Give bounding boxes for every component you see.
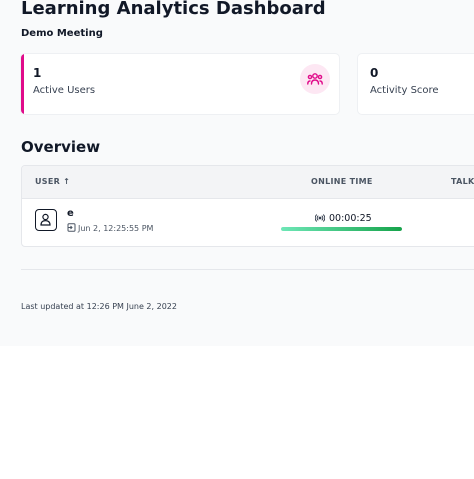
active-users-label: Active Users [33, 85, 96, 96]
activity-score-card: 0 Activity Score [358, 54, 474, 114]
column-header-online-time[interactable]: ONLINE TIME [311, 177, 373, 186]
section-divider [21, 269, 474, 270]
online-time-progress-fill [281, 227, 402, 231]
joined-timestamp: Jun 2, 12:25:55 PM [78, 224, 154, 233]
online-time-text: 00:00:25 [329, 213, 372, 224]
page-title: Learning Analytics Dashboard [21, 0, 326, 19]
broadcast-icon [314, 214, 326, 222]
online-time-value: 00:00:25 [314, 213, 372, 224]
users-icon [300, 64, 330, 94]
card-accent-bar [21, 54, 24, 114]
table-header: USER ↑ ONLINE TIME TALK [22, 166, 474, 199]
overview-heading: Overview [21, 138, 101, 156]
overview-table: USER ↑ ONLINE TIME TALK e Jun 2, 12:25:5… [21, 165, 474, 247]
last-updated-text: Last updated at 12:26 PM June 2, 2022 [21, 302, 177, 311]
activity-score-label: Activity Score [370, 85, 439, 96]
online-time-progress [281, 227, 402, 231]
active-users-card: 1 Active Users [21, 54, 339, 114]
column-header-talk[interactable]: TALK [451, 177, 474, 186]
table-row: e Jun 2, 12:25:55 PM 00:00:25 [22, 199, 474, 245]
meeting-name: Demo Meeting [21, 28, 103, 39]
activity-score-value: 0 [370, 66, 379, 80]
column-header-user[interactable]: USER ↑ [35, 177, 70, 186]
user-joined-time: Jun 2, 12:25:55 PM [67, 223, 153, 233]
page: Learning Analytics Dashboard Demo Meetin… [0, 0, 474, 479]
active-users-value: 1 [33, 66, 42, 80]
sign-in-icon [67, 223, 76, 232]
dashboard-panel: Learning Analytics Dashboard Demo Meetin… [0, 0, 474, 346]
user-avatar-icon [35, 209, 57, 231]
user-name: e [67, 208, 74, 219]
